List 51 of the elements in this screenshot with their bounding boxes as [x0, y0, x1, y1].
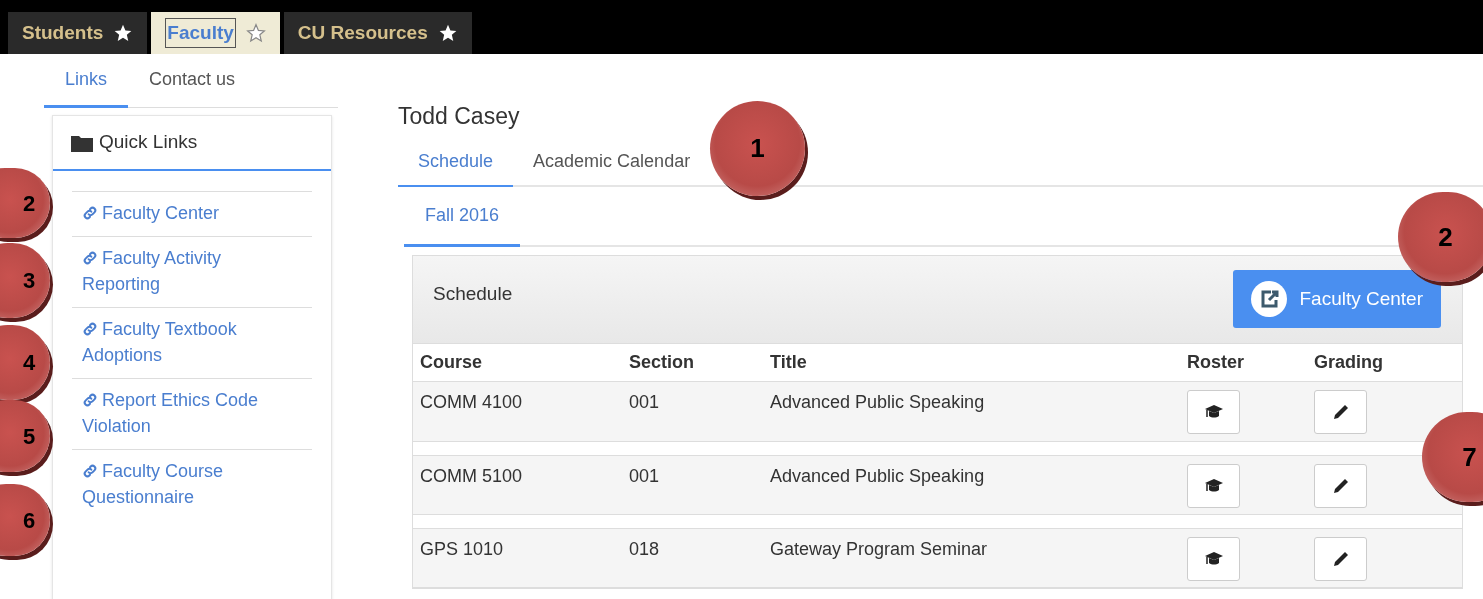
- edit-button[interactable]: [1314, 464, 1367, 508]
- faculty-center-button[interactable]: Faculty Center: [1233, 270, 1441, 328]
- edit-button[interactable]: [1314, 390, 1367, 434]
- roster-button[interactable]: [1187, 390, 1240, 434]
- link-icon: [82, 392, 98, 408]
- roster-button[interactable]: [1187, 537, 1240, 581]
- category-tab[interactable]: Students: [8, 12, 148, 54]
- category-tab[interactable]: Faculty: [151, 12, 280, 54]
- tab[interactable]: Schedule: [398, 137, 514, 187]
- table-cell-text: Gateway Program Seminar: [770, 538, 989, 561]
- quick-link[interactable]: Faculty Textbook Adoptions: [72, 308, 312, 379]
- table-cell-text: Advanced Public Speaking: [770, 465, 986, 488]
- link-icon: [82, 250, 98, 266]
- folder-icon: [71, 133, 93, 152]
- roster-button[interactable]: [1187, 464, 1240, 508]
- table-cell-text: 001: [629, 391, 661, 414]
- tab[interactable]: Links: [44, 54, 129, 108]
- link-icon: [82, 205, 98, 221]
- quick-link[interactable]: Faculty Center: [72, 192, 312, 237]
- panel-title: Quick Links: [99, 130, 198, 155]
- term-tab[interactable]: Fall 2016: [404, 187, 521, 247]
- star-icon[interactable]: [437, 23, 458, 43]
- callout-number: 4: [0, 325, 50, 400]
- quick-link[interactable]: Faculty Course Questionnaire: [72, 450, 312, 510]
- tab[interactable]: Academic Calendar: [513, 137, 711, 187]
- column-header: Course: [420, 351, 483, 374]
- column-header: Section: [629, 351, 695, 374]
- panel-title: Schedule: [433, 282, 513, 306]
- table-cell-text: 018: [629, 538, 661, 561]
- category-tab[interactable]: CU Resources: [283, 12, 472, 54]
- column-header: Title: [770, 351, 808, 374]
- link-icon: [82, 321, 98, 337]
- table-cell-text: COMM 4100: [420, 391, 524, 414]
- star-icon[interactable]: [113, 23, 134, 43]
- table-cell-text: 001: [629, 465, 661, 488]
- pencil-icon: [1331, 403, 1350, 421]
- link-icon: [82, 463, 98, 479]
- external-link-icon: [1251, 281, 1288, 317]
- table-cell-text: COMM 5100: [420, 465, 524, 488]
- edit-button[interactable]: [1314, 537, 1367, 581]
- pencil-icon: [1331, 477, 1350, 495]
- pencil-icon: [1331, 550, 1350, 568]
- column-header: Grading: [1314, 351, 1384, 374]
- tab[interactable]: Contact us: [128, 54, 257, 108]
- quick-link[interactable]: Report Ethics Code Violation: [72, 379, 312, 450]
- star-outline-icon[interactable]: [245, 23, 266, 43]
- user-name: Todd Casey: [398, 102, 521, 131]
- quick-link[interactable]: Faculty Activity Reporting: [72, 237, 312, 308]
- column-header: Roster: [1187, 351, 1245, 374]
- table-cell-text: GPS 1010: [420, 538, 505, 561]
- table-cell-text: Advanced Public Speaking: [770, 391, 986, 414]
